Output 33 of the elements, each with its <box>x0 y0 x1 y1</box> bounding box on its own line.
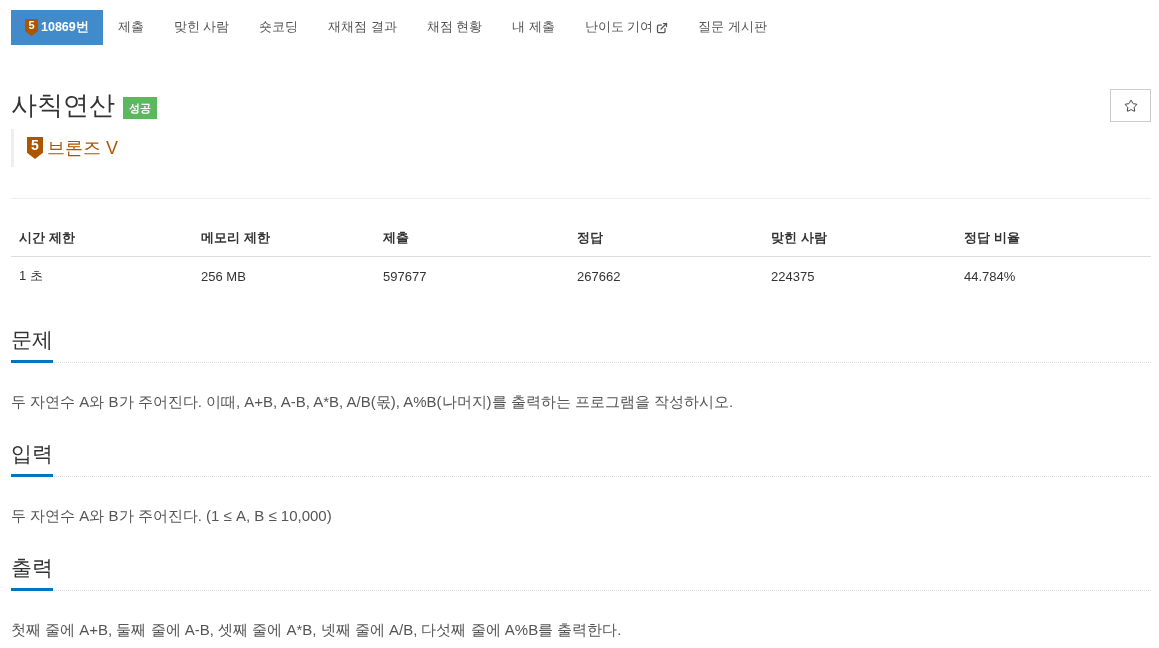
nav-tab[interactable]: 재채점 결과 <box>313 10 412 45</box>
column-header: 정답 비율 <box>956 219 1151 257</box>
tier-name[interactable]: 브론즈 V <box>47 137 118 159</box>
nav-tab[interactable]: 제출 <box>102 10 159 45</box>
nav-tab[interactable]: 질문 게시판 <box>683 10 782 45</box>
problem-title: 사칙연산 <box>11 89 115 122</box>
tier-badge: 5 <box>25 19 38 36</box>
tier-badge: 5 <box>27 137 43 159</box>
table-cell: 44.784% <box>956 256 1151 295</box>
section-heading: 입력 <box>11 441 53 477</box>
table-cell: 224375 <box>763 256 956 295</box>
section-text: 첫째 줄에 A+B, 둘째 줄에 A-B, 셋째 줄에 A*B, 넷째 줄에 A/B, 다섯째 줄에 A%B를 출력한다. <box>11 620 623 640</box>
nav-tab[interactable]: 내 제출 <box>497 10 570 45</box>
section-text: 두 자연수 A와 B가 주어진다. (1 ≤ A, B ≤ 10,000) <box>11 506 333 526</box>
status-label: 성공 <box>123 97 157 119</box>
column-header: 정답 <box>569 219 763 257</box>
table-cell: 1 초 <box>11 256 193 295</box>
table-cell: 267662 <box>569 256 763 295</box>
section-heading: 출력 <box>11 555 53 591</box>
nav-tab[interactable]: 5 10869번 <box>11 10 103 45</box>
favorite-button[interactable] <box>1110 89 1151 122</box>
nav-tab[interactable]: 난이도 기여 <box>569 10 684 45</box>
section-heading: 문제 <box>11 327 53 363</box>
column-header: 메모리 제한 <box>193 219 375 257</box>
nav-tab[interactable]: 맞힌 사람 <box>158 10 245 45</box>
column-header: 시간 제한 <box>11 219 193 257</box>
column-header: 제출 <box>375 219 569 257</box>
nav-tab[interactable]: 채점 현황 <box>411 10 498 45</box>
column-header: 맞힌 사람 <box>763 219 956 257</box>
table-cell: 597677 <box>375 256 569 295</box>
table-cell: 256 MB <box>193 256 375 295</box>
section-text: 두 자연수 A와 B가 주어진다. 이때, A+B, A-B, A*B, A/B(몫), A%B(나머지)를 출력하는 프로그램을 작성하시오. <box>11 392 735 412</box>
nav-tab[interactable]: 숏코딩 <box>244 10 314 45</box>
